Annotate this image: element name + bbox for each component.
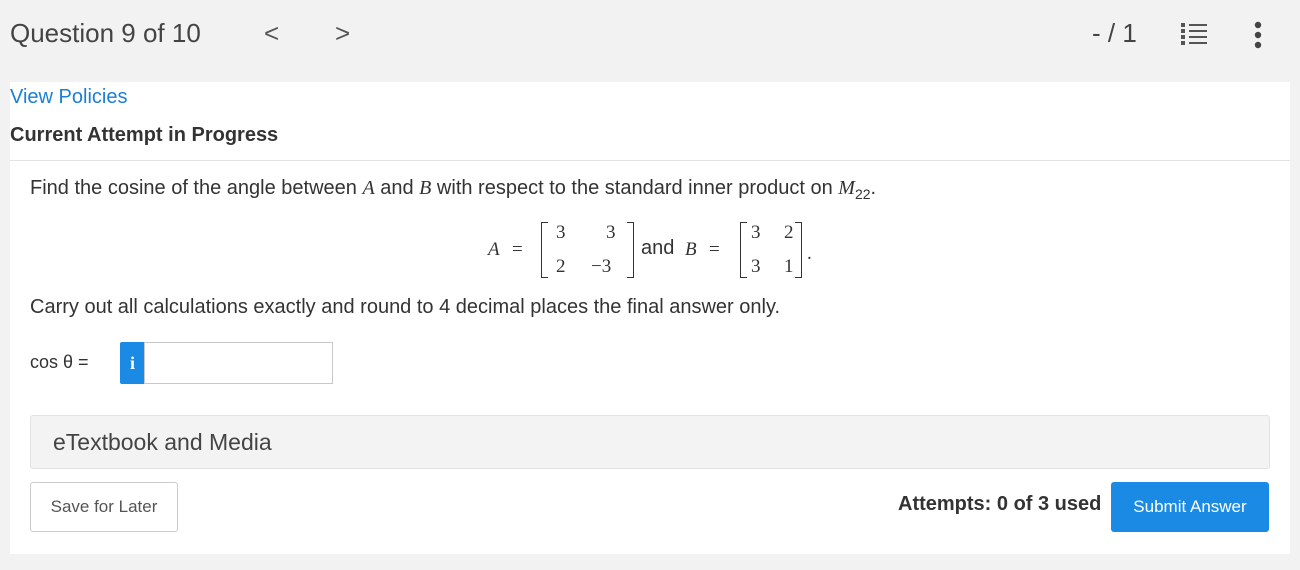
equation-period: .: [807, 243, 812, 264]
question-var-a: A: [362, 177, 375, 199]
question-var-b: B: [419, 177, 432, 199]
etextbook-media-section[interactable]: eTextbook and Media: [30, 415, 1270, 469]
question-space: M: [838, 177, 855, 199]
next-question-button[interactable]: >: [335, 18, 350, 49]
matrix-a-left-bracket: [541, 222, 548, 278]
matrix-a-cell: 2: [556, 256, 566, 277]
previous-question-button[interactable]: <: [264, 18, 279, 49]
save-for-later-button[interactable]: Save for Later: [30, 482, 178, 532]
instruction-text: Carry out all calculations exactly and r…: [30, 296, 781, 318]
vertical-ellipsis-icon[interactable]: [1248, 20, 1268, 50]
question-text: Find the cosine of the angle between A a…: [30, 177, 876, 202]
question-panel: View Policies Current Attempt in Progres…: [10, 82, 1290, 554]
matrix-b-cell: 1: [784, 256, 794, 277]
divider: [10, 160, 1290, 161]
question-period: .: [870, 177, 877, 199]
answer-label: cos θ =: [30, 352, 89, 372]
question-middle: with respect to the standard inner produ…: [431, 177, 839, 199]
matrix-b-cell: 3: [751, 256, 761, 277]
matrix-a-right-bracket: [627, 222, 634, 278]
matrix-b-right-bracket: [795, 222, 802, 278]
etextbook-label: eTextbook and Media: [53, 429, 272, 455]
view-policies-link[interactable]: View Policies: [10, 86, 127, 109]
top-bar: Question 9 of 10 < > - / 1: [0, 0, 1300, 68]
equation-equals-a: =: [512, 239, 523, 260]
question-counter: Question 9 of 10: [10, 18, 201, 48]
equation-equals-b: =: [709, 239, 720, 260]
score-display: - / 1: [1092, 18, 1137, 48]
matrix-a-cell: 3: [606, 222, 616, 243]
matrix-b-cell: 2: [784, 222, 794, 243]
matrix-a-cell: −3: [591, 256, 612, 277]
submit-answer-button[interactable]: Submit Answer: [1111, 482, 1269, 532]
equation-a-label: A: [488, 239, 500, 260]
numbered-list-icon[interactable]: [1180, 22, 1208, 46]
matrix-b-left-bracket: [740, 222, 747, 278]
matrix-b-cell: 3: [751, 222, 761, 243]
equation-b-label: B: [685, 239, 697, 260]
matrix-a-cell: 3: [556, 222, 566, 243]
question-space-subscript: 22: [854, 186, 871, 202]
attempt-status-heading: Current Attempt in Progress: [10, 124, 279, 146]
equation-and: and: [641, 237, 675, 259]
question-and: and: [374, 177, 420, 199]
question-prefix: Find the cosine of the angle between: [30, 177, 363, 199]
answer-input[interactable]: [144, 342, 333, 384]
attempts-counter: Attempts: 0 of 3 used: [898, 493, 1102, 515]
info-icon[interactable]: i: [120, 342, 145, 384]
